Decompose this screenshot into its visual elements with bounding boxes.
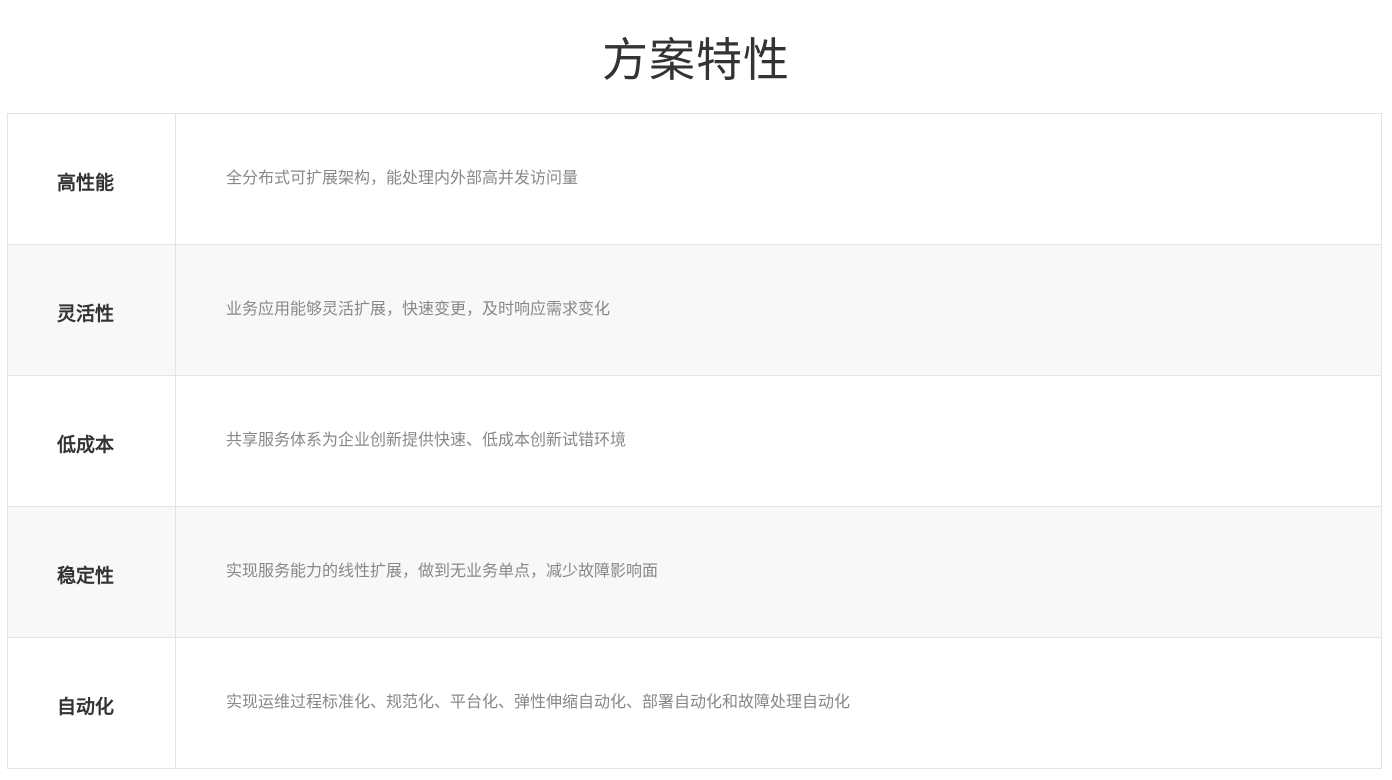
- feature-row-low-cost: 低成本 共享服务体系为企业创新提供快速、低成本创新试错环境: [7, 375, 1382, 507]
- feature-description: 共享服务体系为企业创新提供快速、低成本创新试错环境: [226, 430, 627, 449]
- feature-row-automation: 自动化 实现运维过程标准化、规范化、平台化、弹性伸缩自动化、部署自动化和故障处理…: [7, 637, 1382, 769]
- feature-description: 实现服务能力的线性扩展，做到无业务单点，减少故障影响面: [226, 561, 659, 580]
- feature-name-cell: 高性能: [7, 113, 176, 245]
- feature-row-stability: 稳定性 实现服务能力的线性扩展，做到无业务单点，减少故障影响面: [7, 506, 1382, 638]
- feature-description-cell: 业务应用能够灵活扩展，快速变更，及时响应需求变化: [175, 244, 1382, 376]
- feature-name: 自动化: [56, 695, 114, 718]
- feature-description: 实现运维过程标准化、规范化、平台化、弹性伸缩自动化、部署自动化和故障处理自动化: [226, 692, 851, 711]
- feature-row-flexibility: 灵活性 业务应用能够灵活扩展，快速变更，及时响应需求变化: [7, 244, 1382, 376]
- feature-name-cell: 低成本: [7, 375, 176, 507]
- feature-name-cell: 自动化: [7, 637, 176, 769]
- feature-description-cell: 全分布式可扩展架构，能处理内外部高并发访问量: [175, 113, 1382, 245]
- feature-name-cell: 稳定性: [7, 506, 176, 638]
- feature-name: 灵活性: [56, 302, 114, 325]
- feature-row-high-performance: 高性能 全分布式可扩展架构，能处理内外部高并发访问量: [7, 113, 1382, 245]
- feature-description: 全分布式可扩展架构，能处理内外部高并发访问量: [226, 168, 579, 187]
- feature-name-cell: 灵活性: [7, 244, 176, 376]
- feature-name: 稳定性: [56, 564, 114, 587]
- feature-name: 高性能: [56, 171, 114, 194]
- feature-table: 高性能 全分布式可扩展架构，能处理内外部高并发访问量 灵活性 业务应用能够灵活扩…: [7, 113, 1382, 769]
- feature-description-cell: 实现运维过程标准化、规范化、平台化、弹性伸缩自动化、部署自动化和故障处理自动化: [175, 637, 1382, 769]
- feature-description-cell: 共享服务体系为企业创新提供快速、低成本创新试错环境: [175, 375, 1382, 507]
- feature-name: 低成本: [56, 433, 114, 456]
- feature-description-cell: 实现服务能力的线性扩展，做到无业务单点，减少故障影响面: [175, 506, 1382, 638]
- feature-description: 业务应用能够灵活扩展，快速变更，及时响应需求变化: [226, 299, 611, 318]
- page-title: 方案特性: [602, 32, 790, 87]
